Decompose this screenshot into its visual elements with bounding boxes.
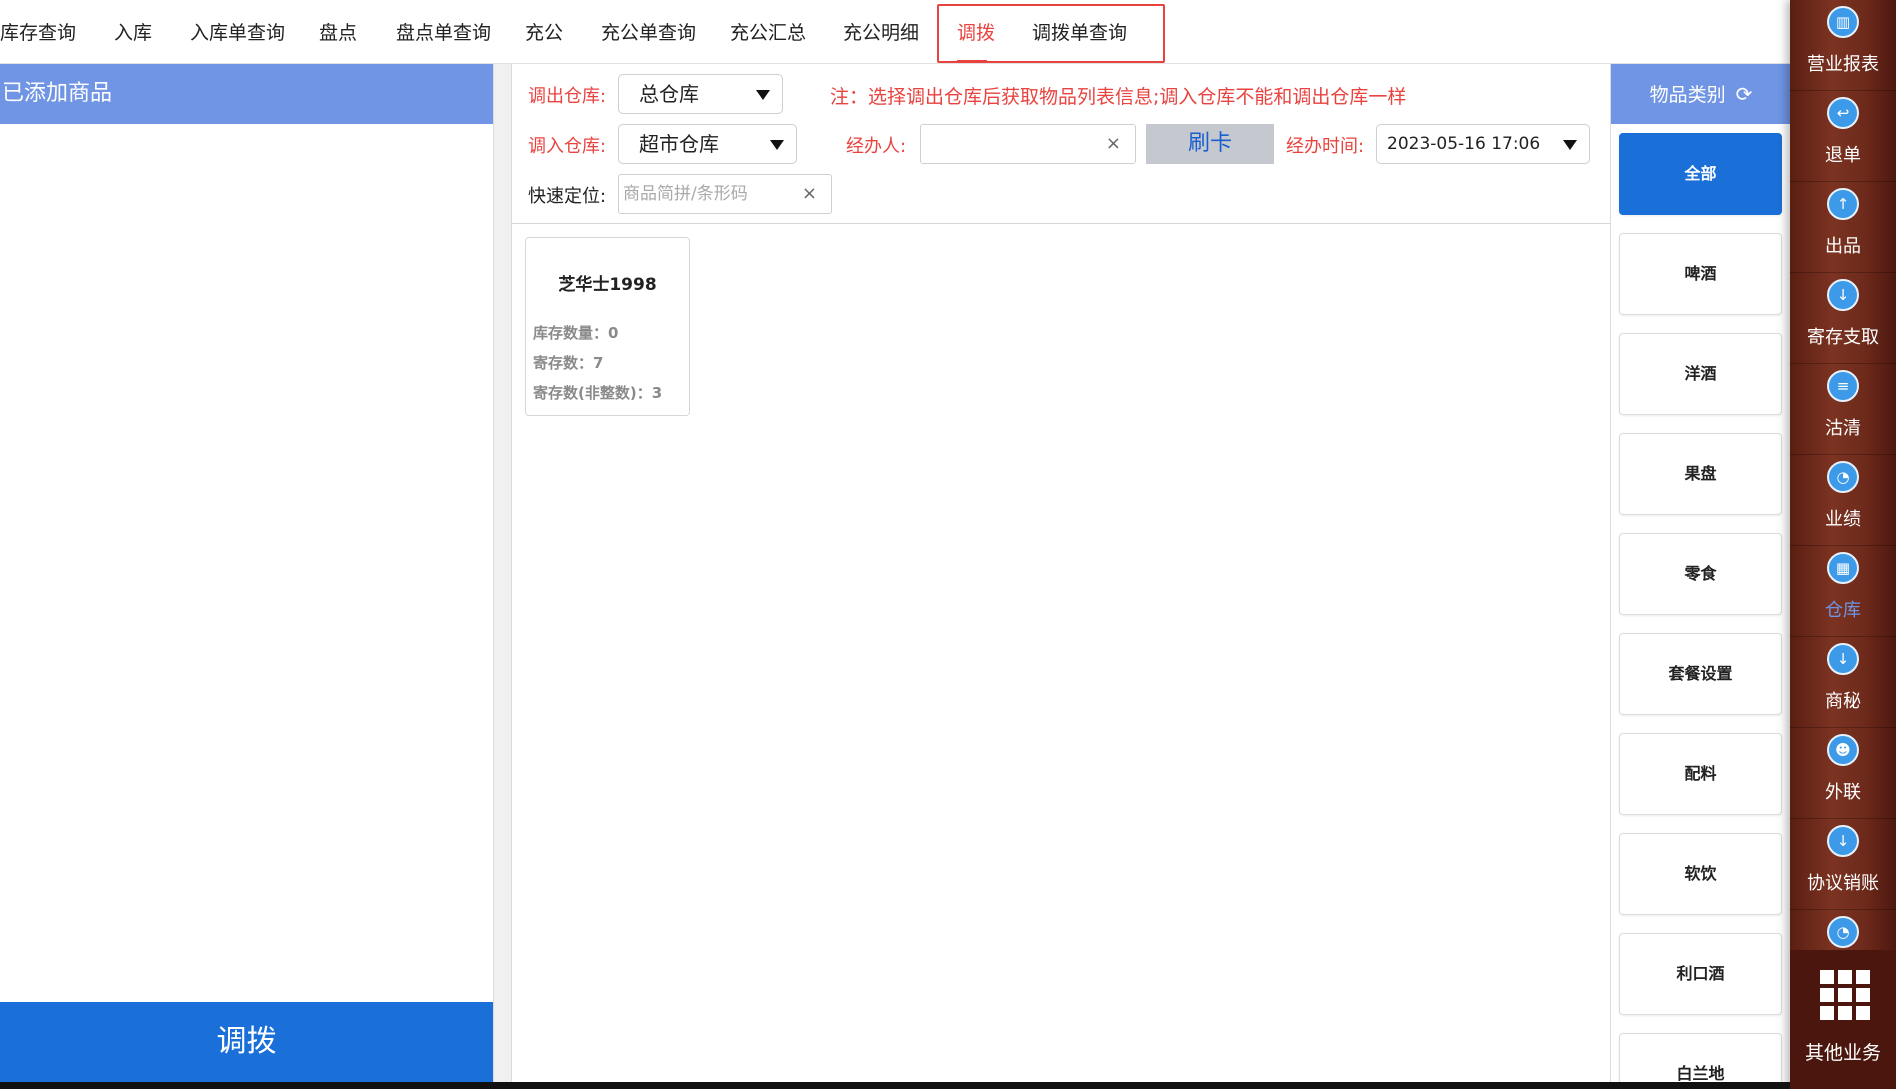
category-item-beer[interactable]: 啤酒 — [1619, 233, 1782, 315]
sidebar-item-label: 营业报表 — [1807, 54, 1879, 75]
product-deposit: 寄存数：7 — [533, 354, 604, 372]
category-item-liqueur[interactable]: 利口酒 — [1619, 933, 1782, 1015]
list-icon: ≡ — [1827, 370, 1859, 402]
category-header-title: 物品类别 — [1649, 84, 1726, 106]
in-warehouse-select[interactable]: 超市仓库 — [618, 124, 797, 164]
product-card[interactable]: 芝华士1998 库存数量：0 寄存数：7 寄存数(非整数)：3 — [525, 237, 690, 416]
upload-icon: ↑ — [1827, 188, 1859, 220]
out-warehouse-select[interactable]: 总仓库 — [618, 74, 783, 114]
sidebar-item-dispatch[interactable]: ↑ 出品 — [1790, 182, 1896, 273]
tab-stock-in-query[interactable]: 入库单查询 — [190, 18, 285, 45]
product-stock: 库存数量：0 — [533, 324, 619, 342]
sidebar-item-label: 沽清 — [1825, 418, 1861, 439]
refund-icon: ↩ — [1827, 97, 1859, 129]
sidebar-item-warehouse[interactable]: ▦ 仓库 — [1790, 546, 1896, 637]
bottom-edge — [0, 1082, 1790, 1089]
sidebar-item-refund[interactable]: ↩ 退单 — [1790, 91, 1896, 182]
handle-time-value: 2023-05-16 17:06 — [1387, 134, 1541, 154]
sidebar-item-deposit-withdraw[interactable]: ↓ 寄存支取 — [1790, 273, 1896, 364]
user-icon: ☻ — [1827, 734, 1859, 766]
tab-transfer[interactable]: 调拨 — [957, 18, 995, 45]
pie-chart-icon: ◔ — [1827, 461, 1859, 493]
quick-locate-field[interactable]: × — [618, 174, 832, 214]
tab-confiscate-summary[interactable]: 充公汇总 — [730, 18, 806, 45]
warehouse-icon: ▦ — [1827, 552, 1859, 584]
panel-divider-scrollbar[interactable] — [493, 64, 512, 1082]
category-panel: 物品类别 ⟳ 全部 啤酒 洋酒 果盘 零食 套餐设置 配料 软饮 利口酒 白兰地 — [1610, 64, 1790, 1082]
sidebar-item-label: 协议销账 — [1807, 873, 1879, 894]
added-items-panel: 已添加商品 调拨 — [0, 64, 493, 1082]
quick-locate-input[interactable] — [623, 179, 783, 209]
sidebar-item-label: 出品 — [1825, 236, 1861, 257]
product-deposit-fraction: 寄存数(非整数)：3 — [533, 384, 663, 402]
clear-icon[interactable]: × — [802, 183, 817, 204]
handle-time-label: 经办时间: — [1286, 136, 1365, 157]
product-list: 芝华士1998 库存数量：0 寄存数：7 寄存数(非整数)：3 — [512, 225, 1610, 1082]
sidebar-item-label: 寄存支取 — [1807, 327, 1879, 348]
tab-confiscate[interactable]: 充公 — [525, 18, 563, 45]
category-header: 物品类别 ⟳ — [1611, 64, 1790, 124]
grid-icon — [1820, 970, 1870, 1020]
chevron-down-icon — [1563, 140, 1577, 150]
category-item-snacks[interactable]: 零食 — [1619, 533, 1782, 615]
report-icon: ▥ — [1827, 6, 1859, 38]
tab-transfer-query[interactable]: 调拨单查询 — [1032, 18, 1127, 45]
download-icon: ↓ — [1827, 643, 1859, 675]
category-item-soft-drinks[interactable]: 软饮 — [1619, 833, 1782, 915]
category-item-fruit-plate[interactable]: 果盘 — [1619, 433, 1782, 515]
product-name: 芝华士1998 — [558, 275, 657, 295]
sidebar-item-agreement-settle[interactable]: ↓ 协议销账 — [1790, 819, 1896, 910]
category-item-all[interactable]: 全部 — [1619, 133, 1782, 215]
download-icon: ↓ — [1827, 825, 1859, 857]
category-item-ingredients[interactable]: 配料 — [1619, 733, 1782, 815]
handler-field[interactable]: × — [920, 124, 1136, 164]
more-business-label: 其他业务 — [1804, 1042, 1881, 1064]
tab-stocktake-query[interactable]: 盘点单查询 — [396, 18, 491, 45]
handler-label: 经办人: — [846, 136, 907, 157]
category-item-foreign-liquor[interactable]: 洋酒 — [1619, 333, 1782, 415]
sidebar-item-label: 业绩 — [1825, 509, 1861, 530]
function-sidebar: ▥ 营业报表 ↩ 退单 ↑ 出品 ↓ 寄存支取 ≡ 沽清 ◔ 业绩 ▦ 仓库 ↓ — [1790, 0, 1896, 1089]
tab-confiscate-detail[interactable]: 充公明细 — [843, 18, 919, 45]
clear-icon[interactable]: × — [1106, 133, 1121, 154]
sidebar-item-business-report[interactable]: ▥ 营业报表 — [1790, 0, 1896, 91]
category-item-set-meal[interactable]: 套餐设置 — [1619, 633, 1782, 715]
sidebar-item-secretary[interactable]: ↓ 商秘 — [1790, 637, 1896, 728]
sidebar-item-label: 外联 — [1825, 782, 1861, 803]
in-warehouse-label: 调入仓库: — [528, 136, 607, 157]
handler-input[interactable] — [925, 129, 1085, 159]
in-warehouse-value: 超市仓库 — [639, 132, 719, 156]
sidebar-item-performance[interactable]: ◔ 业绩 — [1790, 455, 1896, 546]
sidebar-item-external[interactable]: ☻ 外联 — [1790, 728, 1896, 819]
download-icon: ↓ — [1827, 279, 1859, 311]
app: 库存查询 入库 入库单查询 盘点 盘点单查询 充公 充公单查询 充公汇总 充公明… — [0, 0, 1896, 1089]
transfer-form: 调出仓库: 总仓库 注：选择调出仓库后获取物品列表信息;调入仓库不能和调出仓库一… — [512, 64, 1610, 224]
transfer-submit-button[interactable]: 调拨 — [0, 1002, 493, 1082]
sidebar-more-business[interactable]: 其他业务 — [1790, 950, 1896, 1089]
out-warehouse-label: 调出仓库: — [528, 86, 607, 107]
handle-time-select[interactable]: 2023-05-16 17:06 — [1376, 124, 1590, 164]
pie-chart-icon: ◔ — [1827, 916, 1859, 948]
chevron-down-icon — [770, 140, 784, 150]
tab-stock-in[interactable]: 入库 — [114, 18, 152, 45]
refresh-icon[interactable]: ⟳ — [1736, 64, 1753, 124]
swipe-card-button[interactable]: 刷卡 — [1146, 124, 1274, 164]
sidebar-item-label: 退单 — [1825, 145, 1861, 166]
tab-stocktake[interactable]: 盘点 — [319, 18, 357, 45]
active-tab-underline — [957, 60, 987, 63]
quick-locate-label: 快速定位: — [528, 186, 607, 207]
sidebar-item-label: 仓库 — [1825, 600, 1861, 621]
out-warehouse-value: 总仓库 — [639, 82, 699, 106]
tab-inventory-query[interactable]: 库存查询 — [0, 18, 76, 45]
tab-confiscate-query[interactable]: 充公单查询 — [601, 18, 696, 45]
added-items-header: 已添加商品 — [0, 64, 493, 124]
chevron-down-icon — [756, 90, 770, 100]
sidebar-item-sold-out[interactable]: ≡ 沽清 — [1790, 364, 1896, 455]
sidebar-item-label: 商秘 — [1825, 691, 1861, 712]
category-item-brandy[interactable]: 白兰地 — [1619, 1033, 1782, 1082]
top-tab-bar: 库存查询 入库 入库单查询 盘点 盘点单查询 充公 充公单查询 充公汇总 充公明… — [0, 0, 1790, 64]
transfer-note: 注：选择调出仓库后获取物品列表信息;调入仓库不能和调出仓库一样 — [830, 86, 1407, 108]
